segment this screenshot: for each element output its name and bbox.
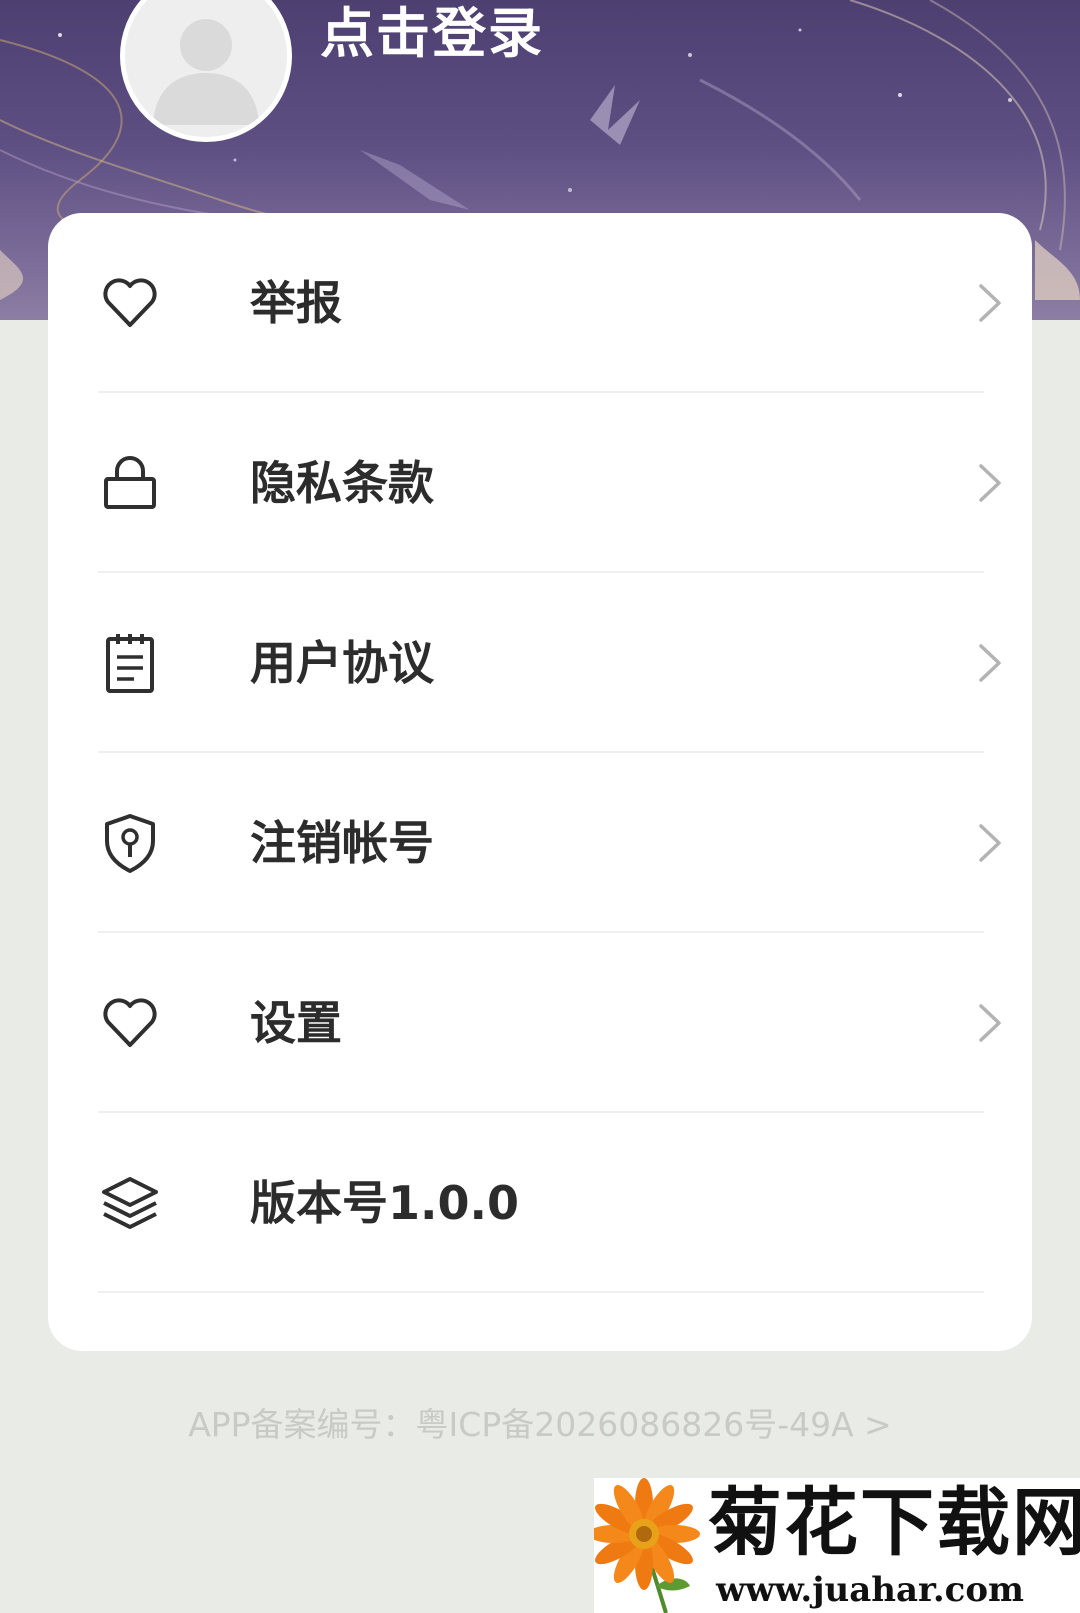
- menu-item-privacy[interactable]: 隐私条款: [98, 393, 1001, 573]
- site-watermark: 菊花下载网 www.juahar.com: [594, 1478, 1080, 1613]
- chevron-right-icon: [979, 824, 1001, 862]
- menu-item-label: 设置: [250, 996, 342, 1050]
- menu-item-report[interactable]: 举报: [98, 213, 1001, 393]
- menu-item-label: 隐私条款: [250, 456, 434, 510]
- menu-item-label: 注销帐号: [250, 816, 434, 870]
- menu-item-label: 举报: [250, 276, 342, 330]
- menu-item-version: 版本号1.0.0: [98, 1113, 984, 1293]
- lock-icon: [104, 456, 156, 509]
- menu-item-user-agreement[interactable]: 用户协议: [98, 573, 1001, 753]
- chevron-right-icon: [979, 644, 1001, 682]
- chevron-right-icon: [979, 1004, 1001, 1042]
- menu-item-delete-account[interactable]: 注销帐号: [98, 753, 1001, 933]
- version-label: 版本号1.0.0: [250, 1176, 519, 1230]
- heart-icon: [103, 998, 157, 1047]
- login-link[interactable]: 点击登录: [320, 4, 544, 64]
- chevron-right-icon: [979, 284, 1001, 322]
- flower-logo-icon: [594, 1478, 700, 1613]
- menu-item-label: 用户协议: [250, 636, 434, 690]
- layers-icon: [102, 1177, 158, 1229]
- notepad-icon: [106, 634, 154, 693]
- watermark-url: www.juahar.com: [716, 1570, 1025, 1610]
- shield-key-icon: [105, 814, 155, 873]
- menu-card: 举报 隐私条款 用户协议 注销帐号 设置 版本号1.0.0: [48, 213, 1032, 1351]
- user-silhouette-icon: [153, 19, 259, 125]
- watermark-name: 菊花下载网: [708, 1480, 1080, 1566]
- heart-icon: [103, 278, 157, 327]
- icp-record-link[interactable]: APP备案编号：粤ICP备2026086826号-49A >: [0, 1400, 1080, 1450]
- menu-item-settings[interactable]: 设置: [98, 933, 1001, 1113]
- chevron-right-icon: [979, 464, 1001, 502]
